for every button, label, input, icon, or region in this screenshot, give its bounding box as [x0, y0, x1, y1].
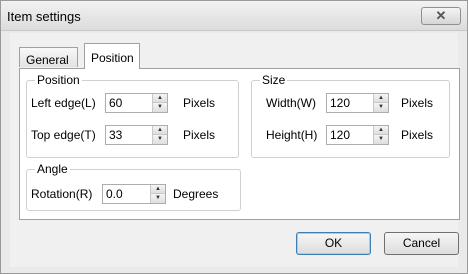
up-arrow-icon[interactable]: ▲ [374, 126, 388, 135]
left-edge-unit: Pixels [183, 96, 216, 110]
down-arrow-icon[interactable]: ▼ [374, 135, 388, 144]
size-group-legend: Size [260, 73, 288, 87]
left-edge-input[interactable] [106, 94, 152, 112]
top-edge-stepper[interactable]: ▲ ▼ [105, 125, 168, 145]
tab-page-position: Position Left edge(L) ▲ ▼ Pixels Top edg… [19, 68, 460, 220]
size-group: Size Width(W) ▲ ▼ Pixels Height(H) ▲ ▼ P… [251, 73, 450, 158]
close-button[interactable]: ✕ [421, 7, 461, 25]
position-group: Position Left edge(L) ▲ ▼ Pixels Top edg… [26, 73, 239, 158]
cancel-button[interactable]: Cancel [384, 232, 459, 255]
height-unit: Pixels [401, 128, 434, 142]
ok-button[interactable]: OK [296, 232, 371, 255]
down-arrow-icon[interactable]: ▼ [153, 135, 167, 144]
width-spin[interactable]: ▲ ▼ [373, 94, 388, 112]
close-icon: ✕ [435, 8, 447, 23]
width-label: Width(W) [266, 96, 316, 110]
width-input[interactable] [327, 94, 373, 112]
width-unit: Pixels [401, 96, 434, 110]
height-input[interactable] [327, 126, 373, 144]
down-arrow-icon[interactable]: ▼ [153, 103, 167, 112]
down-arrow-icon[interactable]: ▼ [374, 103, 388, 112]
tab-general[interactable]: General [19, 47, 78, 67]
left-edge-stepper[interactable]: ▲ ▼ [105, 93, 168, 113]
rotation-input[interactable] [103, 185, 149, 203]
rotation-stepper[interactable]: ▲ ▼ [102, 184, 166, 204]
angle-group: Angle Rotation(R) ▲ ▼ Degrees [26, 162, 241, 211]
up-arrow-icon[interactable]: ▲ [374, 94, 388, 103]
position-group-legend: Position [35, 73, 82, 87]
tab-general-label: General [26, 53, 69, 67]
rotation-unit: Degrees [173, 187, 219, 201]
top-edge-label: Top edge(T) [31, 128, 96, 142]
up-arrow-icon[interactable]: ▲ [153, 126, 167, 135]
up-arrow-icon[interactable]: ▲ [151, 185, 165, 194]
rotation-label: Rotation(R) [31, 187, 93, 201]
height-stepper[interactable]: ▲ ▼ [326, 125, 389, 145]
down-arrow-icon[interactable]: ▼ [151, 194, 165, 203]
height-spin[interactable]: ▲ ▼ [373, 126, 388, 144]
left-edge-spin[interactable]: ▲ ▼ [152, 94, 167, 112]
left-edge-label: Left edge(L) [31, 96, 96, 110]
window-title: Item settings [7, 9, 81, 24]
tab-position-label: Position [91, 51, 134, 65]
tab-position[interactable]: Position [84, 43, 140, 69]
height-label: Height(H) [266, 128, 318, 142]
rotation-spin[interactable]: ▲ ▼ [150, 185, 165, 203]
up-arrow-icon[interactable]: ▲ [153, 94, 167, 103]
width-stepper[interactable]: ▲ ▼ [326, 93, 389, 113]
top-edge-spin[interactable]: ▲ ▼ [152, 126, 167, 144]
top-edge-unit: Pixels [183, 128, 216, 142]
top-edge-input[interactable] [106, 126, 152, 144]
title-bar[interactable]: Item settings ✕ [1, 1, 467, 31]
angle-group-legend: Angle [35, 162, 70, 176]
